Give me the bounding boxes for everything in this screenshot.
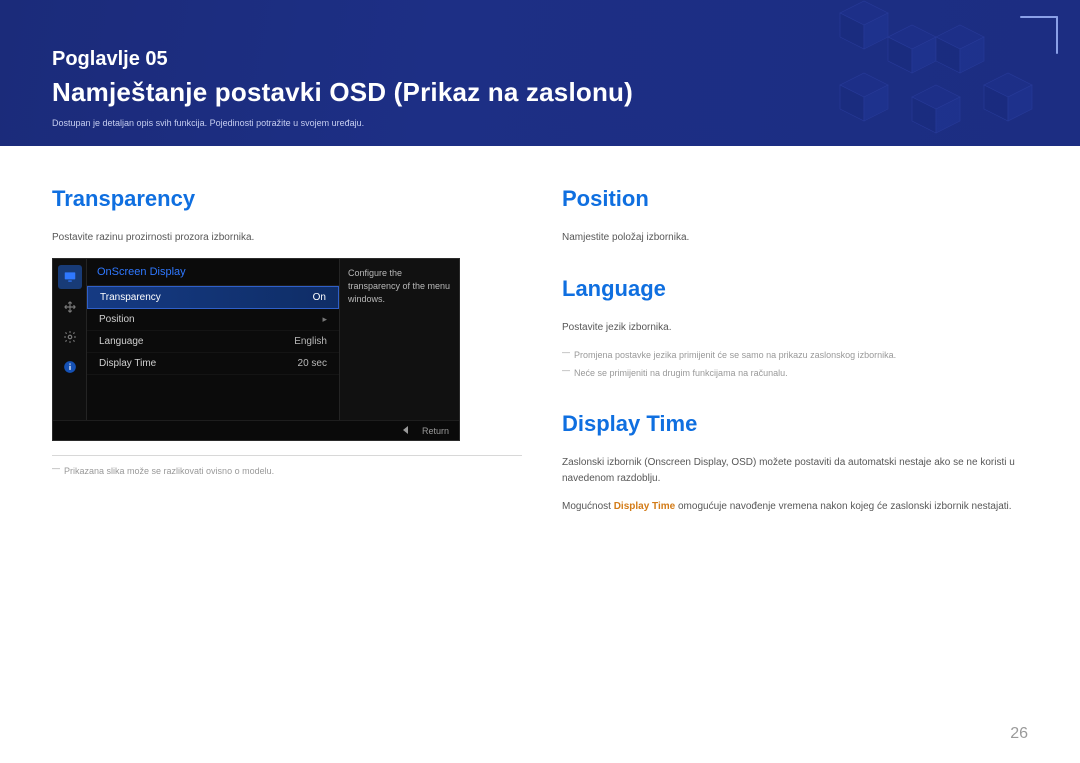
osd-row-transparency: Transparency On	[87, 286, 339, 309]
chevron-right-icon: ▸	[322, 314, 327, 325]
osd-row-language: Language English	[87, 331, 339, 353]
page-content: Transparency Postavite razinu prozirnost…	[0, 146, 1080, 527]
gear-icon	[58, 325, 82, 349]
osd-row-label: Position	[99, 314, 135, 325]
chapter-header: Poglavlje 05 Namještanje postavki OSD (P…	[0, 0, 1080, 146]
osd-help-text: Configure the transparency of the menu w…	[339, 259, 459, 420]
language-body: Postavite jezik izbornika.	[562, 320, 1028, 336]
osd-sidebar	[53, 259, 87, 420]
osd-return-label: Return	[422, 426, 449, 436]
osd-footer: Return	[53, 420, 459, 440]
osd-row-label: Language	[99, 336, 144, 347]
page-number: 26	[1010, 725, 1028, 743]
transparency-body: Postavite razinu prozirnosti prozora izb…	[52, 230, 522, 246]
osd-row-label: Display Time	[99, 358, 156, 369]
text-span: omogućuje navođenje vremena nakon kojeg …	[675, 501, 1011, 512]
osd-menu-title: OnScreen Display	[87, 259, 339, 286]
osd-row-displaytime: Display Time 20 sec	[87, 353, 339, 375]
osd-menu: OnScreen Display Transparency On Positio…	[87, 259, 339, 420]
osd-row-value: English	[294, 336, 327, 347]
transparency-footnote: Prikazana slika može se razlikovati ovis…	[52, 464, 522, 478]
language-note-1: Promjena postavke jezika primijenit će s…	[562, 348, 1028, 362]
chapter-title: Namještanje postavki OSD (Prikaz na zasl…	[52, 77, 1028, 108]
displaytime-body-1: Zaslonski izbornik (Onscreen Display, OS…	[562, 455, 1028, 487]
monitor-icon	[58, 265, 82, 289]
info-icon	[58, 355, 82, 379]
chapter-subtitle: Dostupan je detaljan opis svih funkcija.…	[52, 118, 1028, 128]
triangle-left-icon	[403, 426, 408, 434]
osd-row-position: Position ▸	[87, 309, 339, 331]
osd-row-value: On	[313, 292, 326, 303]
right-column: Position Namjestite položaj izbornika. L…	[562, 186, 1028, 527]
position-body: Namjestite položaj izbornika.	[562, 230, 1028, 246]
move-icon	[58, 295, 82, 319]
text-span: Mogućnost	[562, 501, 614, 512]
language-heading: Language	[562, 276, 1028, 302]
divider	[52, 455, 522, 456]
language-note-2: Neće se primijeniti na drugim funkcijama…	[562, 366, 1028, 380]
displaytime-body-2: Mogućnost Display Time omogućuje navođen…	[562, 499, 1028, 515]
osd-screenshot: OnScreen Display Transparency On Positio…	[52, 258, 460, 441]
emphasis-text: Display Time	[614, 501, 676, 512]
position-heading: Position	[562, 186, 1028, 212]
osd-row-label: Transparency	[100, 292, 161, 303]
left-column: Transparency Postavite razinu prozirnost…	[52, 186, 522, 527]
chapter-label: Poglavlje 05	[52, 48, 1028, 71]
osd-row-value: 20 sec	[298, 358, 327, 369]
transparency-heading: Transparency	[52, 186, 522, 212]
displaytime-heading: Display Time	[562, 411, 1028, 437]
